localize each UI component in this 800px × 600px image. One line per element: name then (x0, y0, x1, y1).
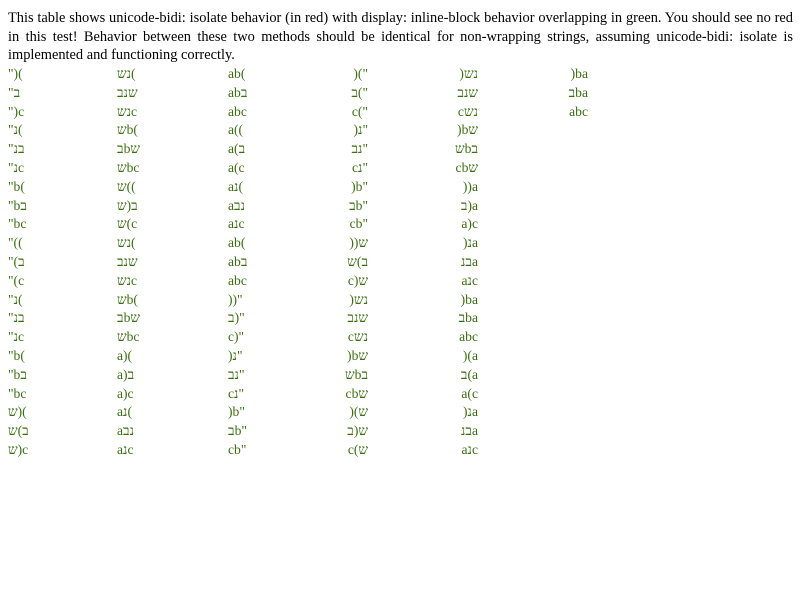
table-cell: cbש (345, 385, 368, 401)
table-column-5: )נש שנב cנש )bש שbב cbש ))a ב)a a)c )נa בנa aנc )ba ב… (368, 65, 478, 460)
table-cell: שb( (117, 291, 138, 307)
table-cell: שbc (117, 329, 140, 345)
table-cell: )(" (353, 66, 368, 81)
table-cell: ב)a (460, 197, 478, 213)
table-cell: "נ( (8, 122, 23, 138)
table-column-1: ")( "ב‎ ")c "נ( "בנ "נc "b( "bב "bc "(( "(ב "(c "נ( "… (8, 65, 118, 460)
table-cell: aנc (461, 441, 478, 457)
table-cell: נשc (117, 103, 138, 119)
table-cell: נש( (117, 235, 136, 251)
table-cell: cנ" (351, 159, 368, 175)
table-cell: "בנ (8, 310, 25, 326)
table-cell: )ba (570, 66, 588, 81)
table-cell: ש(( (117, 178, 136, 194)
table-cell: נש( (117, 66, 136, 81)
table-cell: )נש (349, 291, 368, 307)
table-cell: נב" (351, 141, 368, 157)
table-cell: abc (569, 103, 588, 119)
table-cell: "(c (8, 272, 25, 288)
table-cell: c(ש (347, 441, 368, 457)
table-cell: )נ" (353, 122, 368, 138)
table-cell: שנב (457, 84, 478, 100)
table-cell: שנב (117, 253, 138, 269)
table-column-2: נש( שנב נשc שb( בbש שbc ש(( ב(ש ש(c נש( שנב נשc שb( ב… (117, 65, 227, 460)
table-cell: "(( (8, 235, 23, 251)
table-cell: ")( (8, 66, 23, 81)
table-cell: ש(c (117, 216, 138, 232)
table-cell: "bc (8, 216, 27, 232)
table-cell: "b( (8, 347, 25, 363)
table-cell: "נ( (8, 291, 23, 307)
table-cell: ב(ש (117, 197, 138, 213)
table-cell: שbc (117, 159, 140, 175)
table-cell: aנב (117, 423, 135, 439)
table-cell: )bש (347, 347, 368, 363)
table-cell: a)c (117, 385, 134, 401)
table-cell: aנ( (117, 404, 132, 420)
table-cell: )נa (463, 404, 478, 420)
table-cell: cנש (457, 103, 478, 119)
table-cell: בb" (349, 197, 368, 213)
table-cell: )bש (457, 122, 478, 138)
table-cell: c(" (351, 103, 368, 119)
table-column-4: )(" ב(" c(" )נ" נב" cנ" )b" בb" cb" ))ש ב)ש c)ש )נש ש… (258, 65, 368, 460)
table-cell: )נש (459, 66, 478, 81)
table-cell: "b( (8, 178, 25, 194)
table-cell: ב(" (351, 84, 368, 100)
table-cell: "נc (8, 329, 25, 345)
table-cell: a(c (461, 385, 478, 401)
table-cell: בba (568, 84, 588, 100)
table-cell: )ba (460, 291, 478, 307)
table-cell: )b" (351, 178, 368, 194)
table-cell: "bב (8, 197, 27, 213)
table-cell: בbש (117, 141, 140, 157)
table-cell: שbב (455, 141, 478, 157)
table-column-6: )ba בba abc (478, 65, 588, 121)
table-cell: )(ש (349, 404, 368, 420)
table-cell: ש)c (8, 441, 29, 457)
table-cell: )(a (462, 347, 478, 363)
table-cell: aנc (117, 441, 134, 457)
table-cell: "נc (8, 159, 25, 175)
table-cell: ש)( (8, 404, 27, 420)
table-cell: "bc (8, 385, 27, 401)
table-cell: ))ש (349, 235, 368, 251)
table-cell: "(ב (8, 253, 25, 269)
table-cell: a)ב (117, 366, 135, 382)
table-cell: cנש (347, 329, 368, 345)
table-cell: נשc (117, 272, 138, 288)
table-cell: "ב‎ (8, 84, 21, 100)
table-cell: בנa (460, 423, 478, 439)
intro-paragraph: This table shows unicode-bidi: isolate b… (8, 10, 793, 63)
table-cell: a)( (117, 347, 133, 363)
table-cell: )נa (463, 235, 478, 251)
table-cell: ש(ב (347, 423, 368, 439)
table-cell: abc (459, 329, 478, 345)
table-cell: שbב (345, 366, 368, 382)
table-cell: שנב (347, 310, 368, 326)
table-cell: בba (458, 310, 478, 326)
table-cell: בנa (460, 253, 478, 269)
table-cell: c)ש (347, 272, 368, 288)
table-cell: "בנ (8, 141, 25, 157)
table-cell: cb" (349, 216, 368, 232)
table-cell: בbש (117, 310, 140, 326)
table-cell: ב(a (460, 366, 478, 382)
table-cell: שנב (117, 84, 138, 100)
table-cell: שb( (117, 122, 138, 138)
table-cell: ב)ש (8, 423, 29, 439)
table-cell: a)c (461, 216, 478, 232)
table-cell: ב)ש (347, 253, 368, 269)
table-cell: ")c (8, 103, 25, 119)
table-cell: "bב (8, 366, 27, 382)
table-cell: ))a (462, 178, 478, 194)
table-cell: cbש (455, 159, 478, 175)
table-cell: aנc (461, 272, 478, 288)
